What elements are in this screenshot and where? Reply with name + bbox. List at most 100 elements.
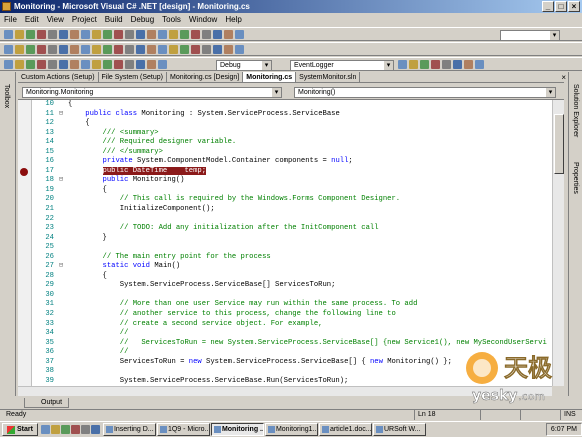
tb2-tool-icon-13[interactable] [147, 45, 156, 54]
type-dropdown[interactable]: Monitoring.Monitoring [22, 87, 282, 98]
tb1-tool-icon-19[interactable] [213, 30, 222, 39]
menu-help[interactable]: Help [221, 14, 245, 25]
tb3-tool-icon-2[interactable] [26, 60, 35, 69]
tb1-tool-icon-1[interactable] [15, 30, 24, 39]
tb3-tool-icon-14[interactable] [158, 60, 167, 69]
task-button-3[interactable]: Monitoring1.... [264, 423, 318, 436]
tb1-tool-icon-11[interactable] [125, 30, 134, 39]
tab-4[interactable]: SystemMonitor.sln [296, 72, 361, 82]
tb2-tool-icon-19[interactable] [213, 45, 222, 54]
tb3-tool-icon-4[interactable] [48, 60, 57, 69]
scroll-thumb[interactable] [554, 114, 564, 174]
tb2-tool-icon-20[interactable] [224, 45, 233, 54]
tb1-tool-icon-5[interactable] [59, 30, 68, 39]
menu-window[interactable]: Window [185, 14, 221, 25]
tb2-tool-icon-12[interactable] [136, 45, 145, 54]
tb1-tool-icon-6[interactable] [70, 30, 79, 39]
ie-icon[interactable] [40, 425, 50, 434]
task-button-1[interactable]: 1Q9 - Micro... [156, 423, 210, 436]
tb1-tool-icon-8[interactable] [92, 30, 101, 39]
tb2-tool-icon-3[interactable] [37, 45, 46, 54]
tb1-tool-icon-9[interactable] [103, 30, 112, 39]
tb2-tool-icon-16[interactable] [180, 45, 189, 54]
toolbox-sidebar[interactable]: Toolbox [0, 72, 16, 396]
toolbar-combo[interactable] [500, 30, 560, 41]
find-combo[interactable]: EventLogger [290, 60, 394, 71]
tab-2[interactable]: Monitoring.cs [Design] [167, 72, 244, 82]
menu-file[interactable]: File [0, 14, 21, 25]
tb4-tool-icon-2[interactable] [420, 60, 429, 69]
tb1-tool-icon-18[interactable] [202, 30, 211, 39]
menu-edit[interactable]: Edit [21, 14, 43, 25]
tb2-tool-icon-5[interactable] [59, 45, 68, 54]
tab-close-icon[interactable]: × [561, 72, 566, 83]
tb2-tool-icon-21[interactable] [235, 45, 244, 54]
breakpoint-icon[interactable] [20, 167, 28, 176]
tb2-tool-icon-9[interactable] [103, 45, 112, 54]
tb3-tool-icon-6[interactable] [70, 60, 79, 69]
tb1-tool-icon-12[interactable] [136, 30, 145, 39]
tb2-tool-icon-8[interactable] [92, 45, 101, 54]
indicator-margin[interactable] [18, 100, 32, 386]
menu-view[interactable]: View [43, 14, 68, 25]
menu-tools[interactable]: Tools [158, 14, 185, 25]
tb2-tool-icon-1[interactable] [15, 45, 24, 54]
tb1-tool-icon-20[interactable] [224, 30, 233, 39]
tb3-tool-icon-9[interactable] [103, 60, 112, 69]
tb3-tool-icon-1[interactable] [15, 60, 24, 69]
tb3-tool-icon-13[interactable] [147, 60, 156, 69]
tb2-tool-icon-17[interactable] [191, 45, 200, 54]
tb3-tool-icon-7[interactable] [81, 60, 90, 69]
close-button[interactable]: × [568, 1, 580, 12]
explorer-icon[interactable] [80, 425, 90, 434]
tb3-tool-icon-8[interactable] [92, 60, 101, 69]
task-button-5[interactable]: URSoft W... [372, 423, 426, 436]
tb1-tool-icon-21[interactable] [235, 30, 244, 39]
menu-project[interactable]: Project [68, 14, 101, 25]
tb3-tool-icon-11[interactable] [125, 60, 134, 69]
outlook-icon[interactable] [50, 425, 60, 434]
tb3-tool-icon-12[interactable] [136, 60, 145, 69]
tb3-tool-icon-0[interactable] [4, 60, 13, 69]
member-dropdown[interactable]: Monitoring() [294, 87, 556, 98]
media-icon[interactable] [70, 425, 80, 434]
tb4-tool-icon-0[interactable] [398, 60, 407, 69]
tb2-tool-icon-18[interactable] [202, 45, 211, 54]
tb1-tool-icon-2[interactable] [26, 30, 35, 39]
output-tab[interactable]: Output [24, 398, 70, 408]
minimize-button[interactable]: _ [542, 1, 554, 12]
tb4-tool-icon-6[interactable] [464, 60, 473, 69]
tb1-tool-icon-13[interactable] [147, 30, 156, 39]
tb2-tool-icon-10[interactable] [114, 45, 123, 54]
tb2-tool-icon-11[interactable] [125, 45, 134, 54]
tb1-tool-icon-3[interactable] [37, 30, 46, 39]
task-button-4[interactable]: article1.doc... [318, 423, 372, 436]
tb2-tool-icon-15[interactable] [169, 45, 178, 54]
solution-config-dropdown[interactable]: Debug [216, 60, 272, 71]
tb2-tool-icon-14[interactable] [158, 45, 167, 54]
start-button[interactable]: Start [2, 423, 38, 436]
tb3-tool-icon-3[interactable] [37, 60, 46, 69]
tb1-tool-icon-7[interactable] [81, 30, 90, 39]
tb4-tool-icon-5[interactable] [453, 60, 462, 69]
tb4-tool-icon-4[interactable] [442, 60, 451, 69]
task-button-0[interactable]: Inserting D... [102, 423, 156, 436]
tb1-tool-icon-4[interactable] [48, 30, 57, 39]
tb3-tool-icon-10[interactable] [114, 60, 123, 69]
word-icon[interactable] [90, 425, 100, 434]
tb2-tool-icon-4[interactable] [48, 45, 57, 54]
tb4-tool-icon-3[interactable] [431, 60, 440, 69]
tb1-tool-icon-16[interactable] [180, 30, 189, 39]
menu-build[interactable]: Build [101, 14, 127, 25]
solution-explorer-tab[interactable]: Solution Explorer [572, 84, 579, 137]
task-button-2[interactable]: Monitoring ... [210, 423, 264, 436]
tb1-tool-icon-14[interactable] [158, 30, 167, 39]
tb2-tool-icon-6[interactable] [70, 45, 79, 54]
tb4-tool-icon-1[interactable] [409, 60, 418, 69]
tab-0[interactable]: Custom Actions (Setup) [18, 72, 99, 82]
tab-1[interactable]: File System (Setup) [99, 72, 167, 82]
tb1-tool-icon-17[interactable] [191, 30, 200, 39]
tb2-tool-icon-2[interactable] [26, 45, 35, 54]
tb2-tool-icon-0[interactable] [4, 45, 13, 54]
tb4-tool-icon-7[interactable] [475, 60, 484, 69]
